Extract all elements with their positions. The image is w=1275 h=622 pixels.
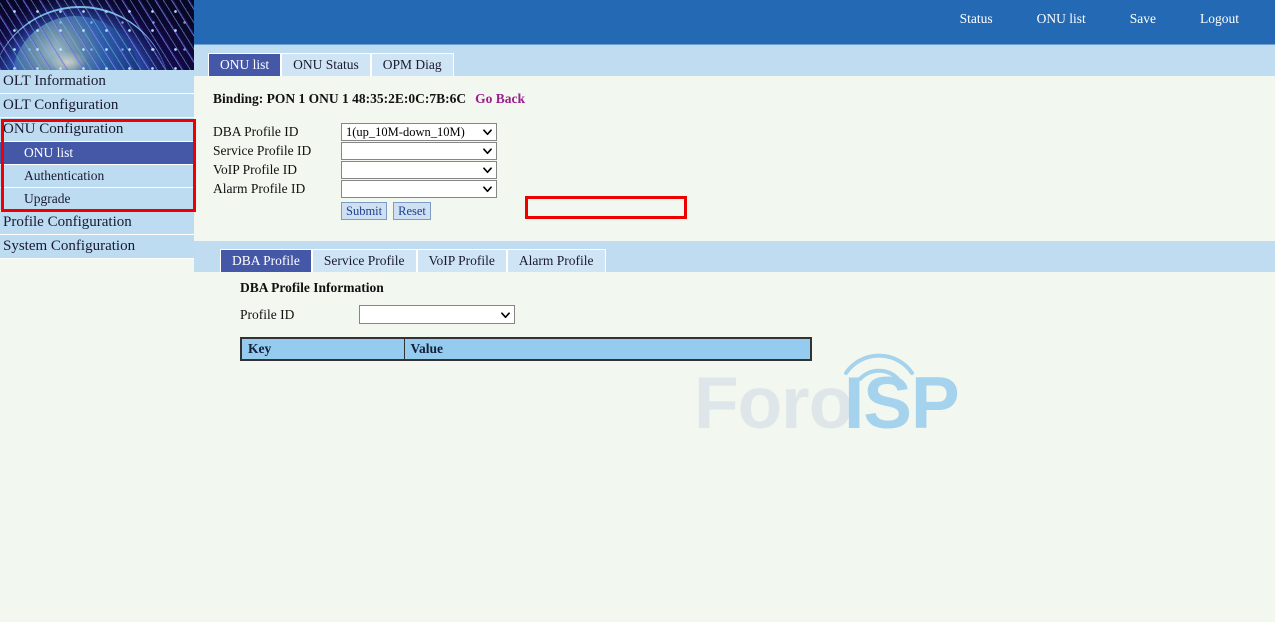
header-link-save[interactable]: Save [1108,11,1178,27]
sidebar-item-system-configuration[interactable]: System Configuration [0,235,194,259]
select-voip-profile-id[interactable] [341,161,497,179]
header-link-status[interactable]: Status [938,11,1015,27]
sidebar-item-onu-list[interactable]: ONU list [0,142,194,165]
sidebar: OLT Information OLT Configuration ONU Co… [0,0,194,622]
label-alarm-profile-id: Alarm Profile ID [213,181,341,197]
tab-onu-list[interactable]: ONU list [208,53,281,76]
form-row-alarm-profile: Alarm Profile ID [213,179,497,198]
form-row-dba-profile: DBA Profile ID 1(up_10M-down_10M) [213,122,497,141]
binding-info: Binding: PON 1 ONU 1 48:35:2E:0C:7B:6C Go… [213,91,525,107]
tab-dba-profile[interactable]: DBA Profile [220,249,312,272]
sidebar-item-olt-configuration[interactable]: OLT Configuration [0,94,194,118]
chevron-down-icon [483,165,492,174]
profile-id-row: Profile ID [240,305,515,324]
tab-onu-status[interactable]: ONU Status [281,53,371,76]
globe-banner-image [0,0,194,70]
secondary-tab-strip: DBA Profile Service Profile VoIP Profile… [194,241,1275,272]
chevron-down-icon [483,127,492,136]
submit-button[interactable]: Submit [341,202,387,220]
primary-tab-row: ONU list ONU Status OPM Diag [208,53,454,76]
top-header-bar: Status ONU list Save Logout [194,0,1275,44]
table-header-row: Key Value [241,338,811,360]
reset-button[interactable]: Reset [393,202,431,220]
column-header-key: Key [241,338,404,360]
tab-alarm-profile[interactable]: Alarm Profile [507,249,606,272]
tab-voip-profile[interactable]: VoIP Profile [417,249,507,272]
tab-opm-diag[interactable]: OPM Diag [371,53,454,76]
select-dba-profile-id-value: 1(up_10M-down_10M) [346,125,465,139]
sidebar-menu: OLT Information OLT Configuration ONU Co… [0,70,194,259]
watermark-text-isp: ISP [844,367,959,440]
chevron-down-icon [501,310,510,319]
label-dba-profile-id: DBA Profile ID [213,124,341,140]
chevron-down-icon [483,146,492,155]
sidebar-item-olt-information[interactable]: OLT Information [0,70,194,94]
secondary-tab-row: DBA Profile Service Profile VoIP Profile… [220,249,606,272]
select-dba-profile-id[interactable]: 1(up_10M-down_10M) [341,123,497,141]
column-header-value: Value [404,338,811,360]
chevron-down-icon [483,184,492,193]
form-button-row: Submit Reset [341,202,497,220]
key-value-table: Key Value [240,337,812,361]
header-link-onu-list[interactable]: ONU list [1015,11,1108,27]
header-nav: Status ONU list Save Logout [938,11,1261,27]
label-profile-id: Profile ID [240,307,359,323]
dba-profile-highlight-annotation [525,196,687,219]
sidebar-item-authentication[interactable]: Authentication [0,165,194,188]
primary-tab-strip: ONU list ONU Status OPM Diag [194,44,1275,76]
binding-text: Binding: PON 1 ONU 1 48:35:2E:0C:7B:6C [213,91,466,106]
label-service-profile-id: Service Profile ID [213,143,341,159]
select-profile-id[interactable] [359,305,515,324]
tab-service-profile[interactable]: Service Profile [312,249,417,272]
select-service-profile-id[interactable] [341,142,497,160]
sidebar-item-upgrade[interactable]: Upgrade [0,188,194,211]
table-head: Key Value [241,338,811,360]
profile-binding-form: DBA Profile ID 1(up_10M-down_10M) Servic… [213,122,497,220]
page-root: OLT Information OLT Configuration ONU Co… [0,0,1275,622]
sidebar-item-onu-configuration[interactable]: ONU Configuration [0,118,194,142]
select-alarm-profile-id[interactable] [341,180,497,198]
go-back-link[interactable]: Go Back [475,91,525,106]
panel-title: DBA Profile Information [240,280,384,296]
sidebar-item-profile-configuration[interactable]: Profile Configuration [0,211,194,235]
form-row-service-profile: Service Profile ID [213,141,497,160]
wifi-signal-icon [842,341,916,381]
label-voip-profile-id: VoIP Profile ID [213,162,341,178]
form-row-voip-profile: VoIP Profile ID [213,160,497,179]
header-link-logout[interactable]: Logout [1178,11,1261,27]
watermark-text-foro: Foro [694,367,852,440]
main-content: Binding: PON 1 ONU 1 48:35:2E:0C:7B:6C Go… [194,76,1275,622]
